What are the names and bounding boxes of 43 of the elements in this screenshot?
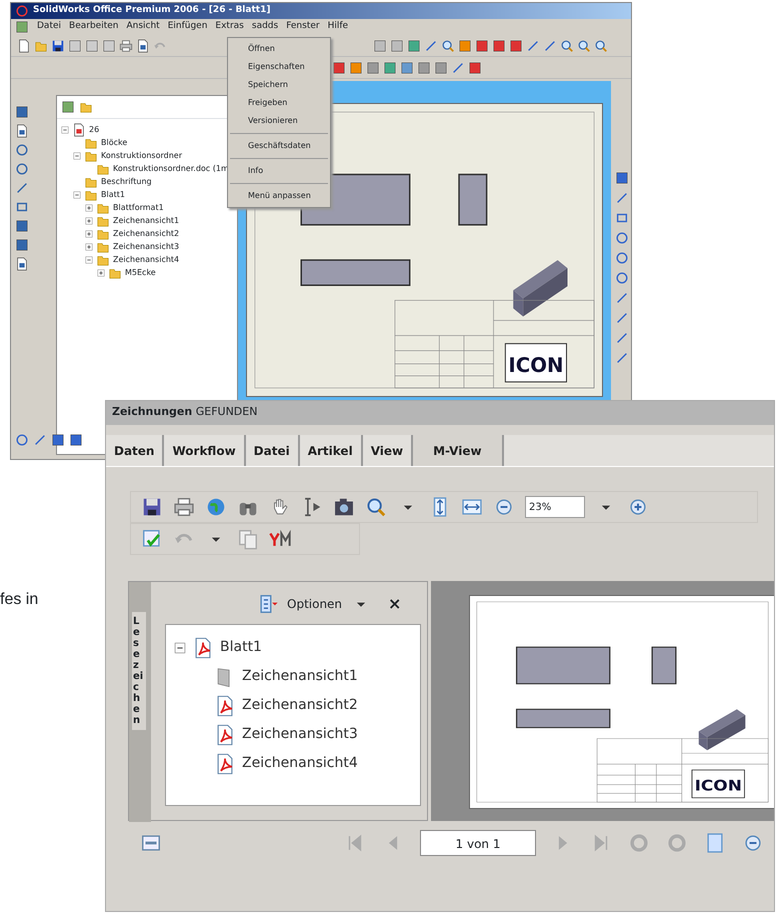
menu-item[interactable]: Menü anpassen [228, 187, 330, 205]
menu-item[interactable]: Info [228, 162, 330, 180]
menu-item[interactable]: Extras [215, 20, 244, 34]
menu-item[interactable]: Geschäftsdaten [228, 137, 330, 155]
menu-item[interactable]: Hilfe [328, 20, 348, 34]
tree-item[interactable]: Konstruktionsordner [101, 150, 182, 162]
zoom-field[interactable]: 23% [525, 496, 585, 518]
bookmark-item[interactable]: Zeichenansicht4 [242, 753, 358, 774]
body-text: fes in [0, 590, 38, 610]
tree-item[interactable]: Zeichenansicht2 [113, 228, 180, 240]
tree-item[interactable]: Zeichenansicht4 [113, 254, 180, 266]
logo-text: ICON [694, 776, 742, 794]
menu-item[interactable]: Bearbeiten [69, 20, 118, 34]
menu-item[interactable]: Öffnen [228, 40, 330, 58]
close-button[interactable]: × [388, 592, 402, 616]
menu-item[interactable]: sadds [252, 20, 278, 34]
options-menu[interactable]: Optionen [287, 595, 342, 613]
page-field[interactable]: 1 von 1 [420, 830, 536, 856]
menu-item[interactable]: Speichern [228, 76, 330, 94]
tree-item[interactable]: Blöcke [101, 136, 128, 148]
menu-item[interactable]: Einfügen [168, 20, 208, 34]
bookmark-item[interactable]: Zeichenansicht3 [242, 724, 358, 745]
menu-item[interactable]: Freigeben [228, 94, 330, 112]
bookmark-item[interactable]: Zeichenansicht2 [242, 695, 358, 716]
bookmark-item[interactable]: Blatt1 [220, 637, 262, 658]
tree-item[interactable]: M5Ecke [125, 266, 156, 278]
menu-item[interactable]: Datei [37, 20, 62, 34]
tree-item[interactable]: Blatt1 [101, 188, 125, 200]
window-header: Zeichnungen GEFUNDEN [106, 401, 774, 425]
bookmarks-tab[interactable]: Lesezeichen [132, 612, 146, 730]
tree-item[interactable]: 26 [89, 124, 100, 136]
tree-item[interactable]: Blattformat1 [113, 202, 164, 214]
tab[interactable]: M-View [413, 435, 504, 466]
bookmark-item[interactable]: Zeichenansicht1 [242, 666, 358, 687]
menu-item[interactable]: Versionieren [228, 112, 330, 130]
tree-item[interactable]: Zeichenansicht3 [113, 240, 180, 252]
tree-item[interactable]: Zeichenansicht1 [113, 214, 180, 226]
window-title: SolidWorks Office Premium 2006 - [26 - Blatt1] [33, 4, 270, 18]
menu-item[interactable]: Eigenschaften [228, 58, 330, 76]
tree-item[interactable]: Beschriftung [101, 176, 152, 188]
menu-item[interactable]: Fenster [286, 20, 320, 34]
logo-text: ICON [508, 354, 564, 377]
menu-item[interactable]: Ansicht [126, 20, 160, 34]
